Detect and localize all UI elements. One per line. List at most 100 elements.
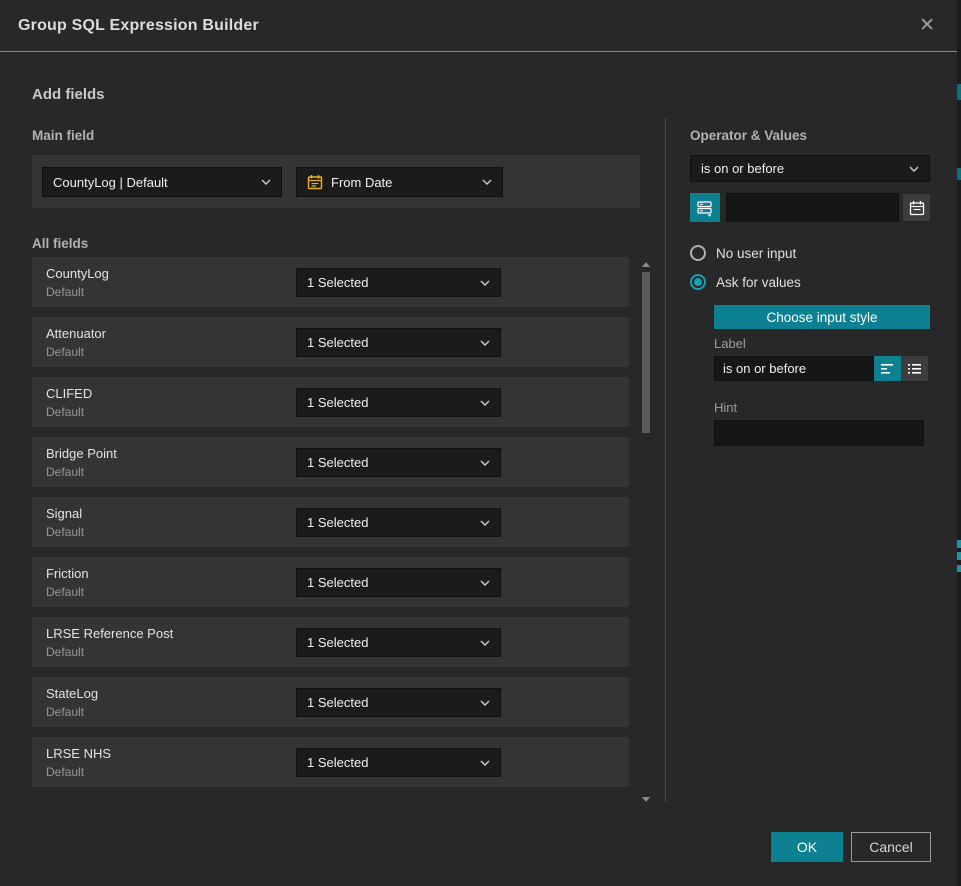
radio-ask-for-values[interactable]: Ask for values [690,274,801,290]
field-subtitle: Default [46,525,84,539]
chevron-down-icon [482,179,492,185]
field-values-select-value: 1 Selected [307,395,472,410]
field-name: StateLog [46,686,98,701]
list-input-style-toggle[interactable] [901,356,928,381]
chevron-down-icon [480,520,490,526]
close-icon[interactable]: ✕ [915,14,939,37]
chevron-down-icon [261,179,271,185]
list-scrollbar[interactable] [641,258,651,804]
field-subtitle: Default [46,765,84,779]
radio-no-user-input[interactable]: No user input [690,245,796,261]
field-subtitle: Default [46,285,84,299]
background-accent-fragment [957,565,961,572]
field-values-select[interactable]: 1 Selected [296,568,501,597]
field-values-select-value: 1 Selected [307,515,472,530]
group-sql-expression-builder-dialog: Group SQL Expression Builder ✕ Add field… [0,0,957,886]
align-left-icon [880,362,896,376]
calendar-icon [909,200,925,216]
field-values-select-value: 1 Selected [307,275,472,290]
hint-input[interactable] [714,420,924,446]
layer-select-value: CountyLog | Default [53,175,253,190]
all-fields-list: CountyLog Default 1 Selected Attenuator … [32,257,629,797]
scroll-up-icon[interactable] [642,262,650,267]
unique-values-icon [696,199,714,217]
field-name: Bridge Point [46,446,117,461]
chevron-down-icon [480,400,490,406]
cancel-button[interactable]: Cancel [851,832,931,862]
field-subtitle: Default [46,345,84,359]
main-field-select[interactable]: From Date [296,167,503,197]
field-values-select-value: 1 Selected [307,755,472,770]
field-name: CountyLog [46,266,109,281]
chevron-down-icon [909,166,919,172]
field-values-select-value: 1 Selected [307,335,472,350]
scrollbar-thumb[interactable] [642,272,650,433]
field-values-select-value: 1 Selected [307,455,472,470]
unique-values-button[interactable] [690,193,720,222]
chevron-down-icon [480,760,490,766]
chevron-down-icon [480,340,490,346]
main-field-select-value: From Date [331,175,474,190]
field-row: StateLog Default 1 Selected [32,677,629,727]
label-input[interactable] [714,356,874,381]
chevron-down-icon [480,580,490,586]
operator-values-heading: Operator & Values [690,128,807,143]
field-subtitle: Default [46,405,84,419]
dialog-title: Group SQL Expression Builder [18,17,259,35]
background-accent-fragment [957,540,961,548]
field-subtitle: Default [46,705,84,719]
radio-on-icon [690,274,706,290]
field-row: Attenuator Default 1 Selected [32,317,629,367]
radio-off-icon [690,245,706,261]
field-values-select[interactable]: 1 Selected [296,508,501,537]
all-fields-heading: All fields [32,236,88,251]
field-row: CLIFED Default 1 Selected [32,377,629,427]
calendar-icon [307,174,323,190]
field-values-select[interactable]: 1 Selected [296,448,501,477]
panel-divider [665,118,666,802]
add-fields-heading: Add fields [32,86,105,103]
field-name: Friction [46,566,89,581]
chevron-down-icon [480,640,490,646]
field-row: Signal Default 1 Selected [32,497,629,547]
field-row: LRSE Reference Post Default 1 Selected [32,617,629,667]
field-subtitle: Default [46,645,84,659]
main-field-heading: Main field [32,128,94,143]
field-name: Signal [46,506,82,521]
hint-caption: Hint [714,400,737,415]
field-values-select[interactable]: 1 Selected [296,388,501,417]
field-values-select[interactable]: 1 Selected [296,628,501,657]
field-row: LRSE NHS Default 1 Selected [32,737,629,787]
scroll-down-icon[interactable] [642,797,650,802]
radio-ask-for-values-label: Ask for values [716,275,801,290]
field-name: LRSE NHS [46,746,111,761]
background-app-edge [957,0,961,886]
field-row: Friction Default 1 Selected [32,557,629,607]
operator-select-value: is on or before [701,161,901,176]
layer-select[interactable]: CountyLog | Default [42,167,282,197]
label-caption: Label [714,336,746,351]
chevron-down-icon [480,460,490,466]
field-values-select[interactable]: 1 Selected [296,688,501,717]
field-values-select[interactable]: 1 Selected [296,268,501,297]
field-subtitle: Default [46,585,84,599]
operator-select[interactable]: is on or before [690,155,930,182]
choose-input-style-button[interactable]: Choose input style [714,305,930,329]
chevron-down-icon [480,280,490,286]
ok-button[interactable]: OK [771,832,843,862]
field-values-select[interactable]: 1 Selected [296,748,501,777]
single-input-style-toggle[interactable] [874,356,901,381]
list-icon [907,362,923,376]
field-values-select-value: 1 Selected [307,635,472,650]
field-name: Attenuator [46,326,106,341]
chevron-down-icon [480,700,490,706]
background-accent-fragment [957,552,961,560]
date-picker-button[interactable] [903,194,930,221]
field-values-select[interactable]: 1 Selected [296,328,501,357]
value-input[interactable] [726,193,899,222]
field-row: CountyLog Default 1 Selected [32,257,629,307]
background-accent-fragment [957,84,961,100]
radio-no-user-input-label: No user input [716,246,796,261]
main-field-panel: CountyLog | Default From Date [32,155,640,208]
field-name: LRSE Reference Post [46,626,173,641]
